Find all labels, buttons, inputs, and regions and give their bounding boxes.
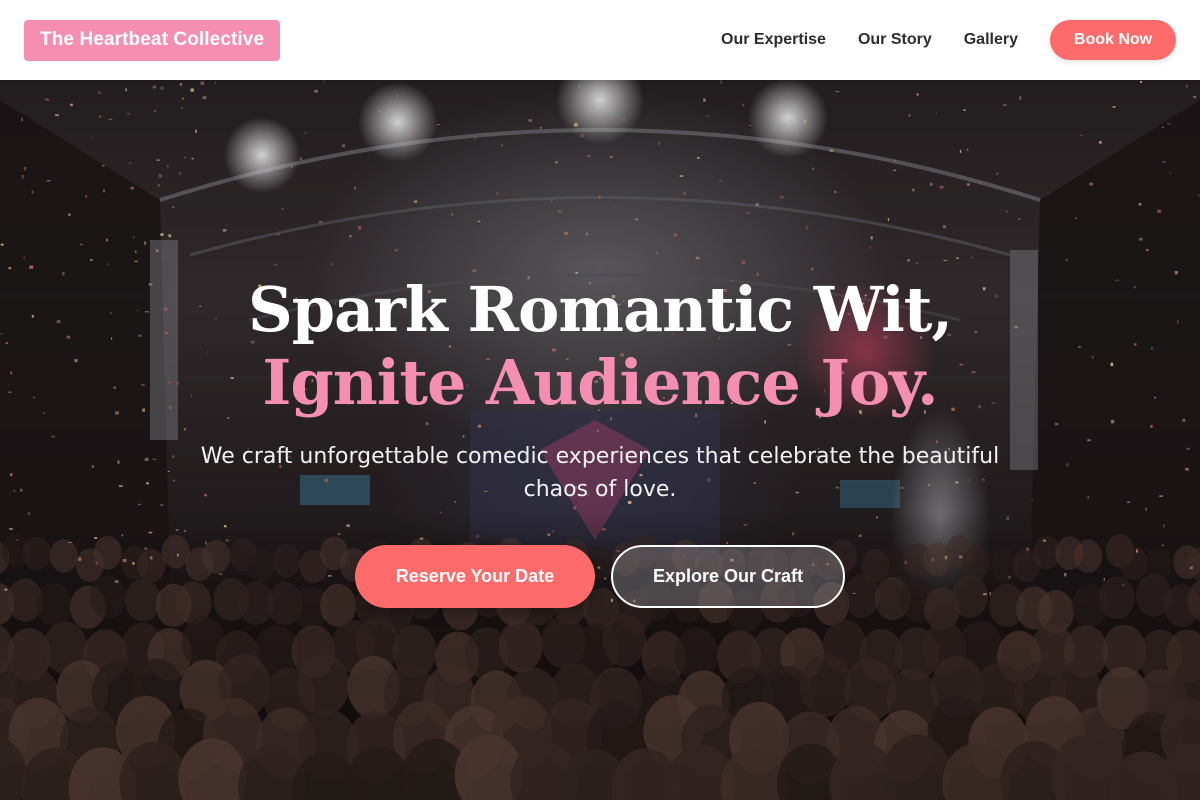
hero-section: Spark Romantic Wit, Ignite Audience Joy.…	[0, 80, 1200, 800]
hero-headline-line1: Spark Romantic Wit,	[247, 273, 953, 346]
explore-our-craft-button[interactable]: Explore Our Craft	[611, 545, 845, 608]
reserve-your-date-button[interactable]: Reserve Your Date	[355, 545, 595, 608]
hero-headline-line2: Ignite Audience Joy.	[262, 346, 938, 419]
site-header: The Heartbeat Collective Our Expertise O…	[0, 0, 1200, 80]
hero-content: Spark Romantic Wit, Ignite Audience Joy.…	[0, 80, 1200, 800]
hero-subtitle: We craft unforgettable comedic experienc…	[200, 444, 1000, 502]
book-now-button[interactable]: Book Now	[1050, 20, 1176, 60]
brand-logo[interactable]: The Heartbeat Collective	[24, 19, 281, 61]
nav-link-our-expertise[interactable]: Our Expertise	[721, 31, 826, 49]
main-nav: Our Expertise Our Story Gallery Book Now	[721, 20, 1176, 60]
nav-link-our-story[interactable]: Our Story	[858, 31, 932, 49]
nav-link-gallery[interactable]: Gallery	[964, 31, 1018, 49]
